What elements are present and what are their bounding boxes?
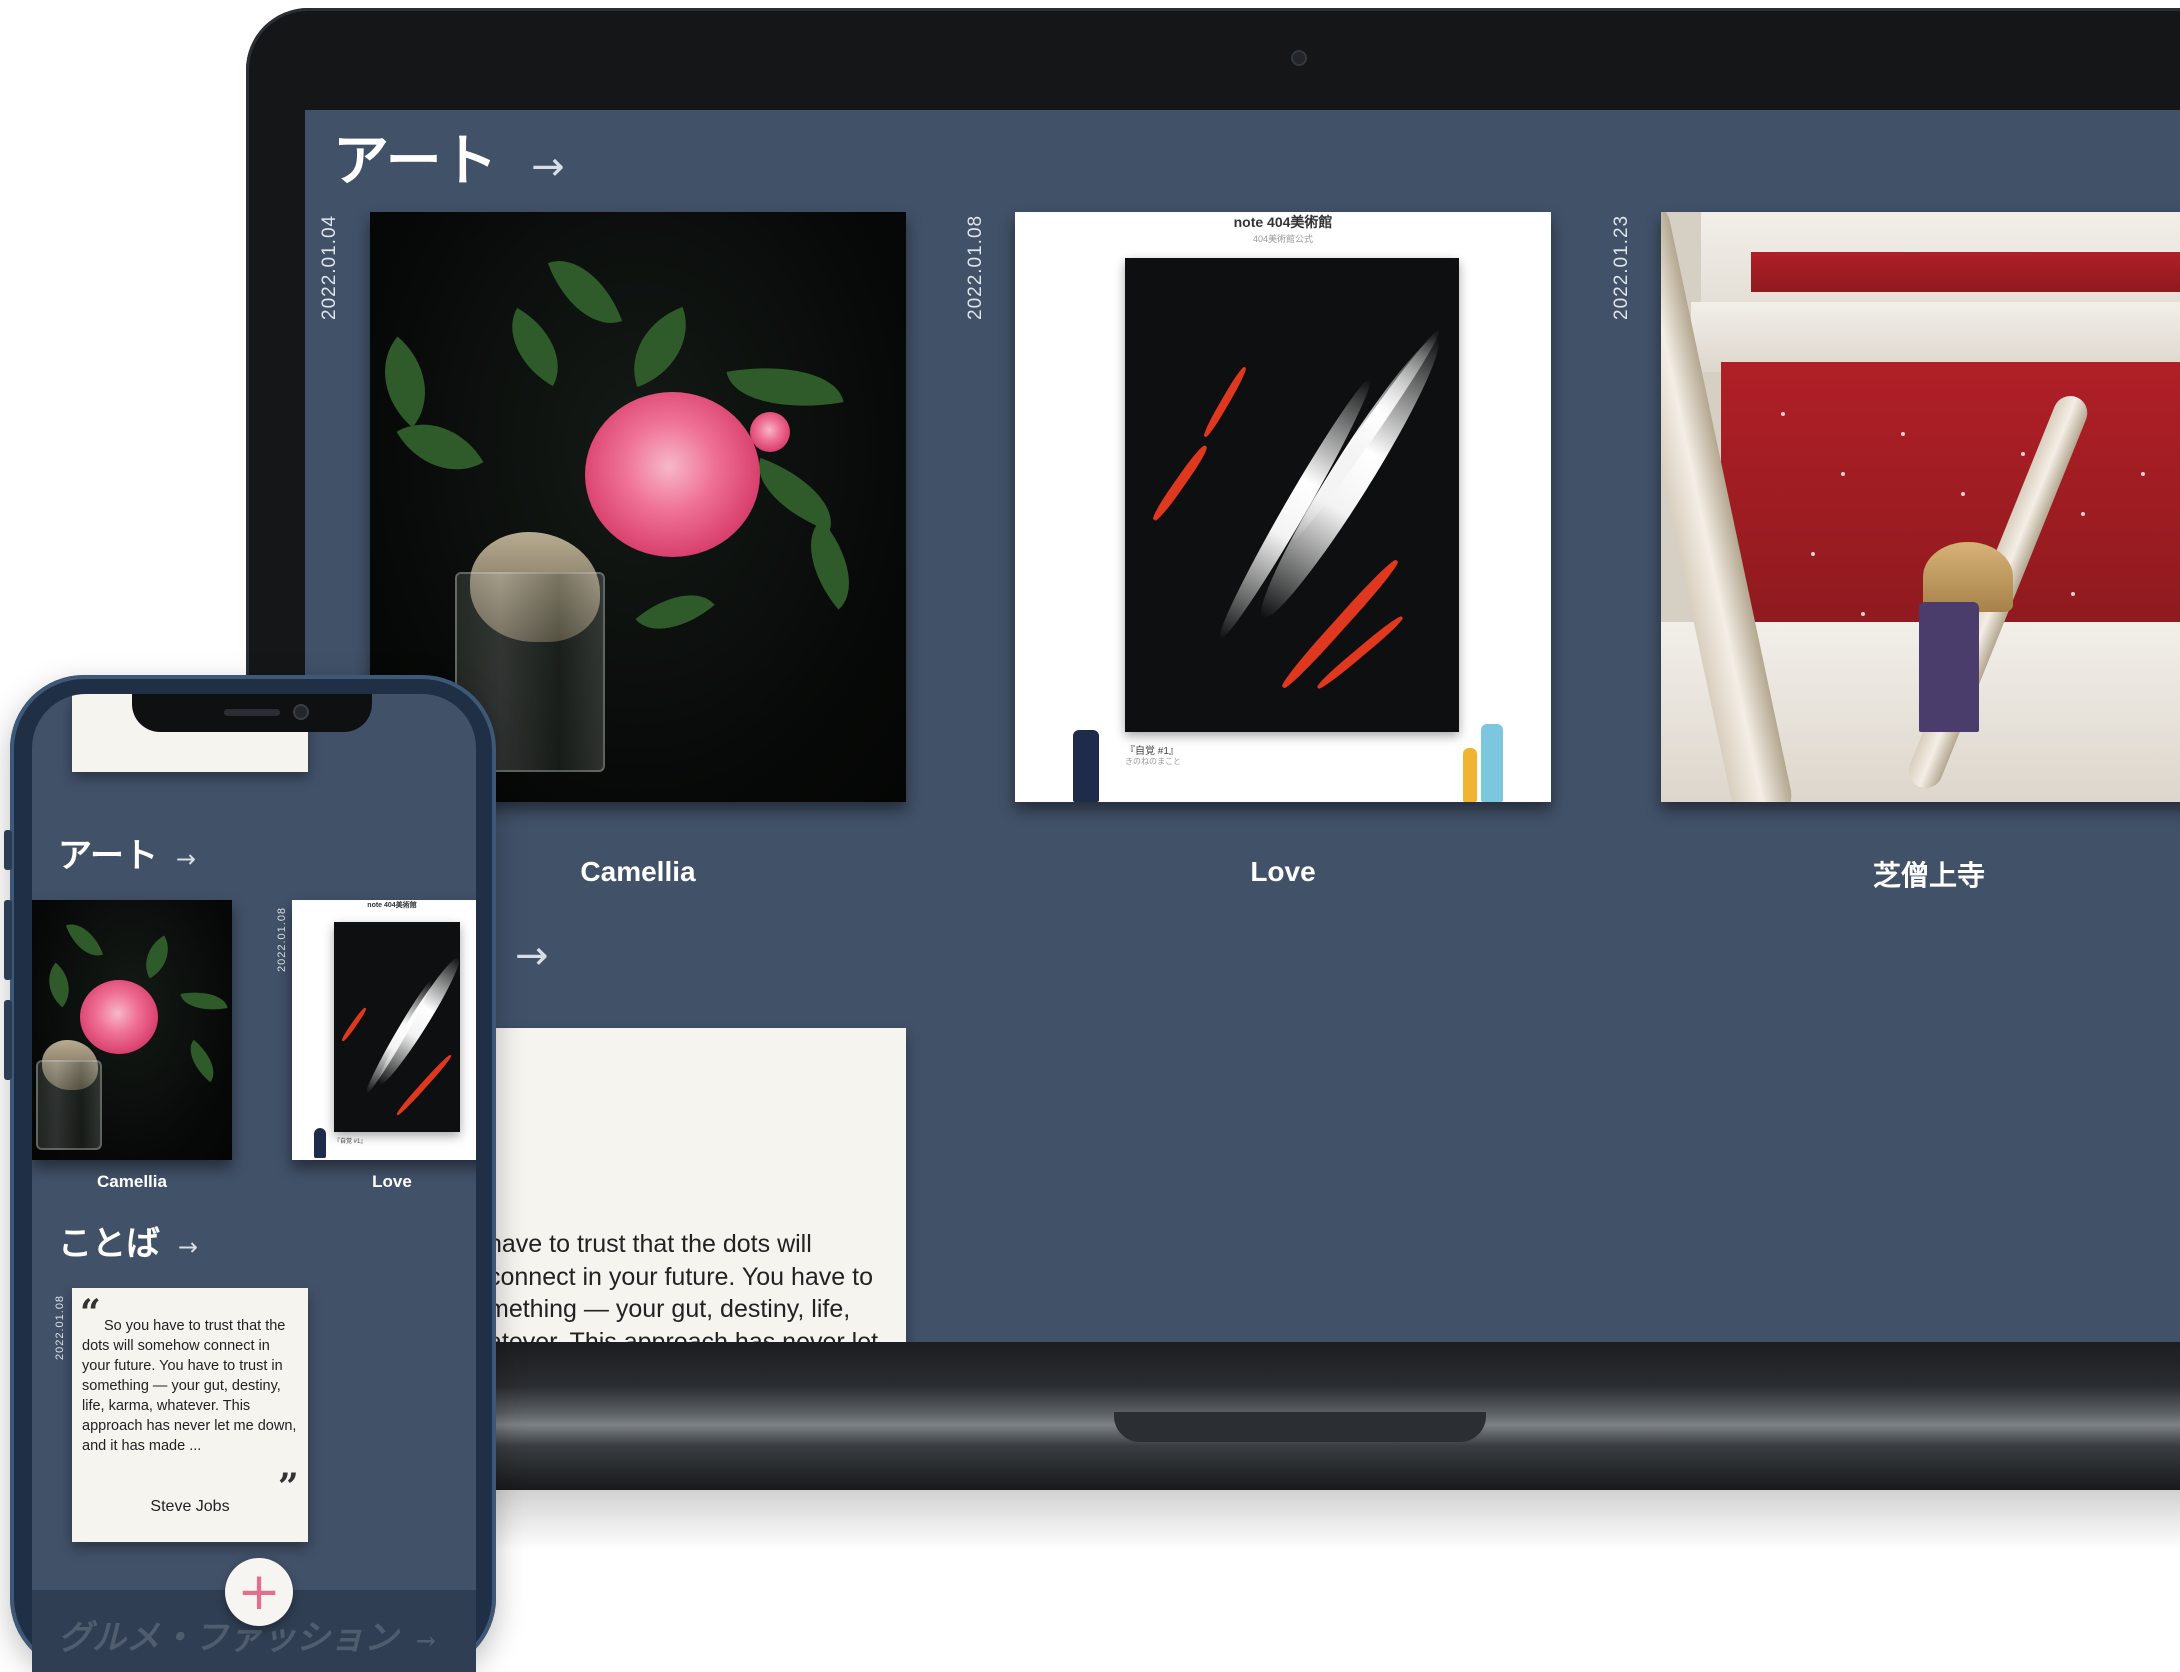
card-image-love[interactable]: note 404美術館 『自覚 #1』: [292, 900, 476, 1160]
quote-author: Steve Jobs: [150, 1498, 230, 1515]
paint-stroke: [1245, 327, 1455, 629]
camellia-flower: [585, 392, 760, 557]
arrow-right-icon: →: [177, 1233, 198, 1261]
quote-line: connect in your future. You have to: [488, 1262, 873, 1291]
leaf-shape: [370, 336, 452, 428]
section-title-words[interactable]: →: [515, 932, 549, 979]
camellia-flower: [80, 980, 158, 1054]
poster-subheader: 404美術館公式: [1252, 234, 1314, 244]
leaf-shape: [635, 574, 715, 650]
poster-header: note 404美術館: [1233, 214, 1333, 230]
section-title-text: ことば: [58, 1224, 160, 1264]
arrow-right-icon: →: [415, 1626, 436, 1655]
leaf-shape: [787, 519, 873, 610]
quote-card[interactable]: “ So you have to trust that the dots wil…: [72, 1288, 308, 1542]
card-date: 2022.01.04: [319, 214, 340, 320]
quote-line: mething — your gut, destiny, life,: [488, 1295, 851, 1323]
plus-icon: +: [237, 1562, 281, 1622]
arrow-right-icon: →: [515, 933, 549, 979]
camellia-bud: [750, 412, 790, 452]
card-image-love[interactable]: note 404美術館 404美術館公式 『自覚 #1』 きのねのまこと: [1015, 212, 1551, 802]
phone-screen: アート → Camellia 2022.01.08 note 404美術館 『自…: [32, 694, 476, 1672]
leaf-shape: [745, 457, 845, 532]
paint-stroke-red: [1150, 443, 1210, 523]
card-date: 2022.01.08: [965, 214, 986, 320]
arrow-right-icon: →: [175, 845, 196, 873]
poster-caption: 『自覚 #1』: [1125, 746, 1179, 757]
card-date: 2022.01.23: [1611, 214, 1632, 320]
laptop-shadow: [300, 1490, 2180, 1550]
leaf-shape: [492, 307, 578, 387]
quote-text: So you have to trust that the dots will …: [82, 1318, 297, 1454]
add-button[interactable]: +: [225, 1558, 293, 1626]
paint-stroke-red: [1314, 613, 1406, 692]
card-image-camellia[interactable]: [32, 900, 232, 1160]
quote-text: have to trust that the dots will connect…: [488, 1228, 878, 1342]
shrine-beam: [1751, 252, 2180, 292]
card-title[interactable]: Love: [292, 1172, 476, 1192]
poster-caption-sub: きのねのまこと: [1125, 757, 1181, 766]
section-title-words[interactable]: ことば →: [58, 1216, 198, 1265]
arrow-right-icon: →: [531, 144, 565, 190]
card-title[interactable]: Love: [1015, 856, 1551, 888]
poster-header: note 404美術館: [367, 902, 417, 909]
paint-stroke-red: [1201, 365, 1249, 439]
poster-caption: 『自覚 #1』: [334, 1139, 367, 1145]
leaf-shape: [616, 306, 704, 388]
leaf-shape: [547, 245, 623, 339]
card-date: 2022.01.08: [276, 906, 288, 972]
visitor-figure: [1073, 730, 1099, 802]
phone-camera: [293, 704, 309, 720]
phone-side-button: [4, 830, 12, 870]
phone-speaker: [224, 709, 280, 716]
card-title[interactable]: Camellia: [32, 1172, 232, 1192]
phone-side-button: [4, 900, 12, 980]
card-image-shrine[interactable]: [1661, 212, 2180, 802]
laptop-screen: アート → 2022.01.04 Camellia 2022.01.08 not…: [305, 110, 2180, 1342]
quote-line: atever. This approach has never let: [488, 1327, 879, 1343]
section-title-art[interactable]: アート →: [58, 828, 196, 877]
section-title-art[interactable]: アート →: [333, 116, 565, 197]
visitor-figure: [1463, 748, 1477, 802]
laptop-trackpad-notch: [1114, 1412, 1486, 1442]
painting: [334, 922, 460, 1132]
card-title[interactable]: 芝僧上寺: [1661, 854, 2180, 894]
card-date: 2022.01.08: [54, 1294, 66, 1360]
laptop-camera: [1291, 50, 1307, 66]
next-section-title-text: グルメ・ファッション: [58, 1618, 398, 1658]
paint-stroke: [1283, 324, 1447, 548]
painting: [1125, 258, 1459, 732]
visitor-figure: [1481, 724, 1503, 802]
quote-line: have to trust that the dots will: [488, 1230, 812, 1258]
leaf-shape: [726, 352, 844, 422]
section-title-text: アート: [333, 128, 498, 194]
phone-side-button: [4, 1000, 12, 1080]
walking-figure: [1919, 602, 1979, 732]
section-title-text: アート: [58, 836, 158, 876]
